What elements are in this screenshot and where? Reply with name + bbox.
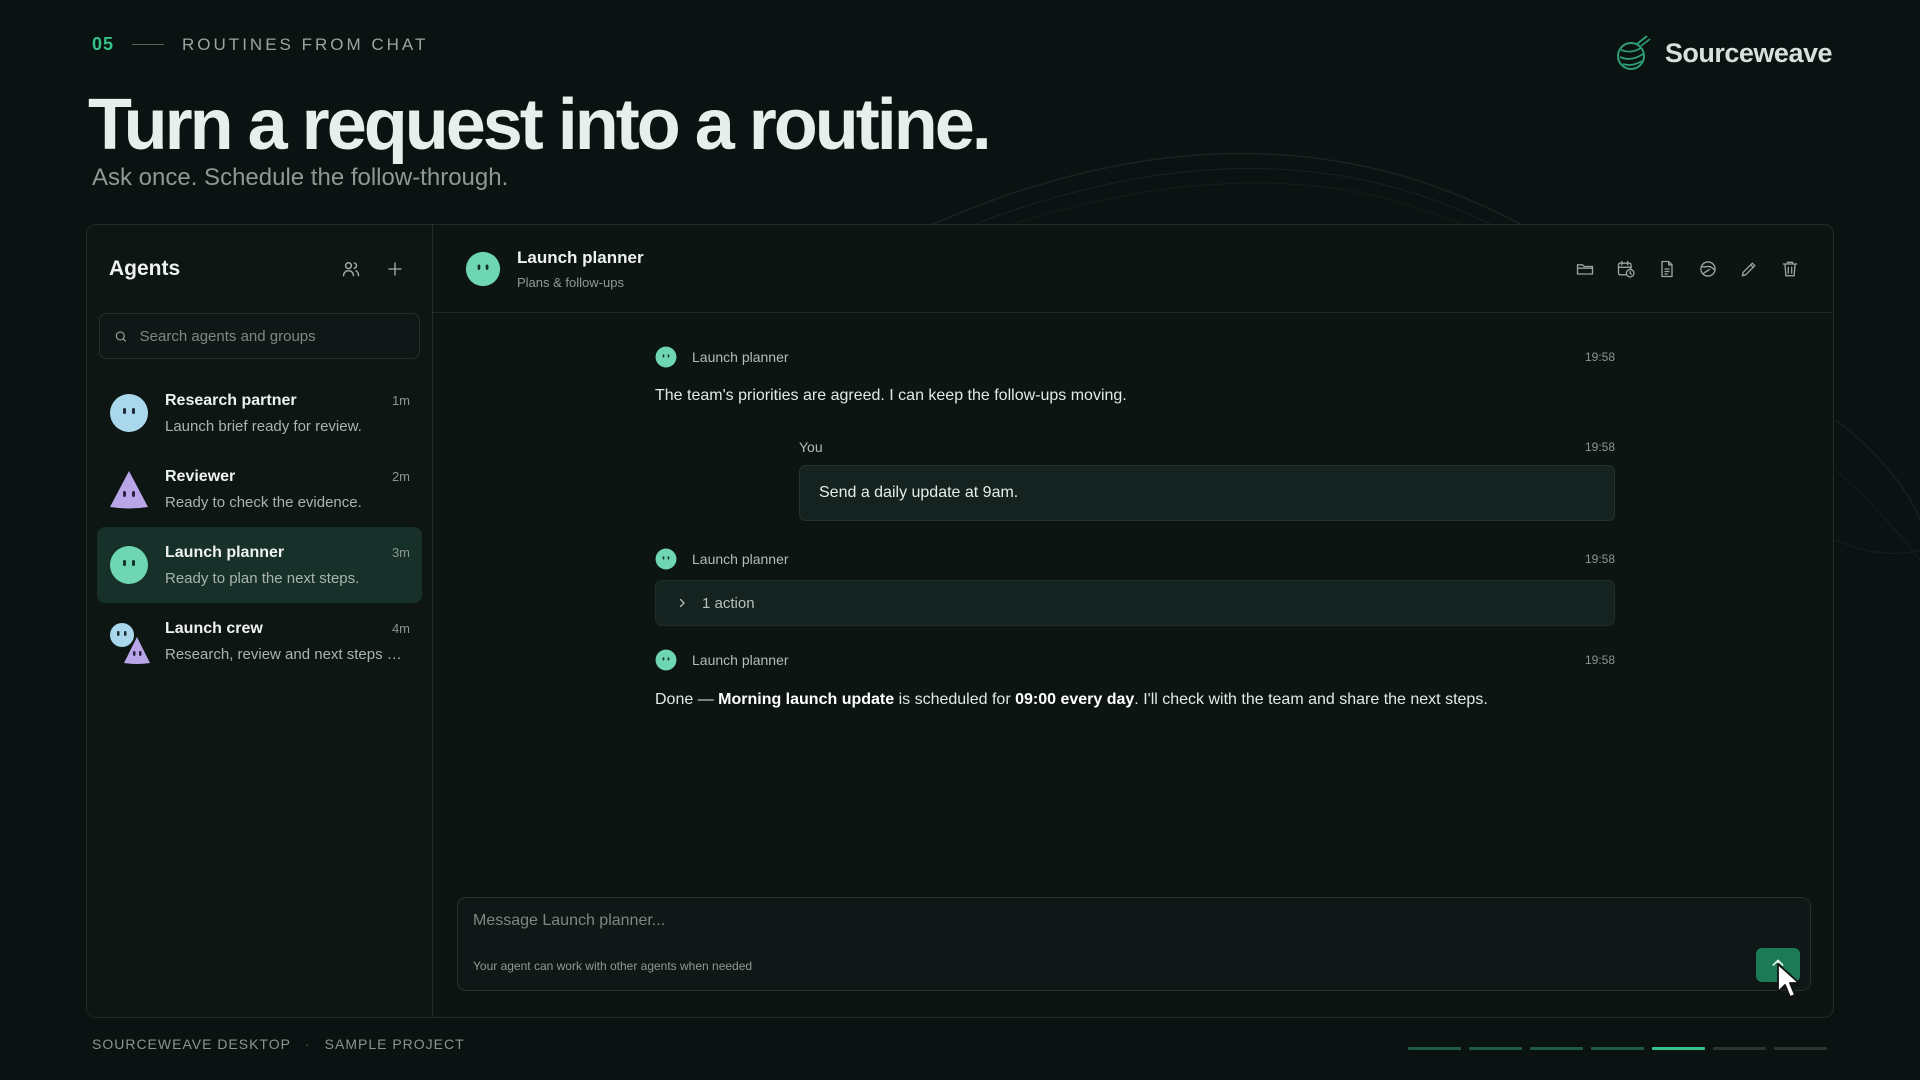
agent-message: Launch planner 19:58 Done — Morning laun…	[655, 648, 1615, 711]
slide-section-header: 05 ROUTINES FROM CHAT	[92, 34, 428, 55]
message-sender: Launch planner	[692, 551, 789, 567]
trash-icon[interactable]	[1779, 258, 1801, 280]
section-title: ROUTINES FROM CHAT	[182, 34, 429, 54]
progress-segment	[1530, 1047, 1583, 1050]
agent-preview: Ready to check the evidence.	[165, 493, 362, 511]
agent-preview: Ready to plan the next steps.	[165, 569, 360, 587]
triangle-face-icon	[110, 471, 148, 509]
avatar	[109, 393, 149, 433]
message-bubble: Send a daily update at 9am.	[799, 465, 1615, 521]
agents-sidebar: Agents Search agents and groups Research…	[87, 225, 433, 1017]
avatar	[655, 649, 677, 671]
message-text: Done — Morning launch update is schedule…	[655, 689, 1615, 711]
message-text-middle: is scheduled for	[894, 691, 1016, 708]
message-text: The team's priorities are agreed. I can …	[655, 387, 1127, 404]
chat-title: Launch planner	[517, 247, 644, 267]
agent-list: Research partner 1m Launch brief ready f…	[87, 375, 432, 679]
action-count: 1 action	[702, 594, 755, 612]
round-face-icon	[110, 394, 148, 432]
globe-icon[interactable]	[1697, 258, 1719, 280]
plus-icon[interactable]	[380, 254, 410, 284]
progress-segment	[1591, 1047, 1644, 1050]
progress-segment	[1469, 1047, 1522, 1050]
agent-time: 3m	[391, 544, 410, 560]
routine-schedule: 09:00 every day	[1015, 691, 1135, 708]
message-sender: Launch planner	[692, 652, 789, 668]
agent-preview: Launch brief ready for review.	[165, 417, 362, 435]
message-text-prefix: Done —	[655, 691, 719, 708]
mouse-cursor-icon	[1777, 963, 1800, 998]
folder-icon[interactable]	[1574, 258, 1596, 280]
sidebar-header: Agents	[87, 225, 432, 313]
avatar	[465, 251, 501, 286]
group-avatar-icon	[110, 623, 150, 664]
pencil-icon[interactable]	[1738, 258, 1760, 280]
user-message: You 19:58 Send a daily update at 9am.	[799, 435, 1615, 521]
action-expander[interactable]: 1 action	[655, 580, 1615, 626]
brand-logo: Sourceweave	[1615, 34, 1833, 72]
progress-segment	[1774, 1047, 1827, 1050]
message-time: 19:58	[1584, 440, 1615, 454]
footer-product: SOURCEWEAVE DESKTOP	[92, 1036, 291, 1052]
search-input[interactable]	[139, 327, 405, 345]
agent-name: Reviewer	[165, 467, 236, 485]
search-icon	[115, 330, 126, 342]
agent-time: 4m	[391, 620, 410, 636]
chat-header: Launch planner Plans & follow-ups	[433, 225, 1833, 313]
chat-subtitle: Plans & follow-ups	[517, 274, 624, 290]
sidebar-title: Agents	[109, 257, 181, 280]
document-icon[interactable]	[1656, 258, 1678, 280]
message-input[interactable]	[473, 912, 1673, 938]
agent-item-launch-crew[interactable]: Launch crew 4m Research, review and next…	[97, 603, 422, 679]
agent-item-reviewer[interactable]: Reviewer 2m Ready to check the evidence.	[97, 451, 422, 527]
search-box[interactable]	[99, 313, 420, 359]
avatar	[109, 469, 149, 509]
slide-number: 05	[92, 34, 115, 54]
group-icon[interactable]	[336, 254, 366, 284]
message-time: 19:58	[1584, 350, 1615, 364]
progress-segment	[1713, 1047, 1766, 1050]
agent-name: Research partner	[165, 391, 297, 409]
agent-preview: Research, review and next steps — t...	[165, 645, 410, 663]
message-text-suffix: . I'll check with the team and share the…	[1134, 691, 1488, 708]
chevron-right-icon	[679, 598, 685, 608]
slide-progress	[1408, 1047, 1827, 1050]
page-subtitle: Ask once. Schedule the follow-through.	[92, 164, 509, 191]
message-time: 19:58	[1584, 552, 1615, 566]
agent-message: Launch planner 19:58 The team's prioriti…	[655, 345, 1615, 407]
footer-project: SAMPLE PROJECT	[324, 1036, 465, 1052]
agent-message: Launch planner 19:58 1 action	[655, 547, 1615, 626]
footer-separator: ·	[304, 1036, 311, 1052]
round-face-icon	[110, 546, 148, 584]
message-sender: Launch planner	[692, 349, 789, 365]
section-divider	[132, 44, 165, 45]
message-composer: Your agent can work with other agents wh…	[457, 897, 1811, 991]
yarn-ball-icon	[1616, 35, 1651, 70]
message-time: 19:58	[1584, 653, 1615, 667]
message-list: Launch planner 19:58 The team's prioriti…	[655, 345, 1615, 711]
brand-name: Sourceweave	[1664, 37, 1833, 68]
progress-segment	[1408, 1047, 1461, 1050]
app-window: Agents Search agents and groups Research…	[86, 224, 1834, 1018]
composer-hint: Your agent can work with other agents wh…	[473, 959, 753, 973]
chat-toolbar	[1574, 258, 1801, 280]
avatar	[109, 621, 150, 664]
avatar	[109, 545, 149, 585]
avatar	[655, 548, 677, 570]
agent-name: Launch planner	[165, 543, 285, 561]
avatar	[655, 346, 677, 368]
agent-name: Launch crew	[165, 619, 263, 637]
calendar-clock-icon[interactable]	[1615, 258, 1637, 280]
message-sender: You	[799, 439, 823, 455]
progress-segment	[1652, 1047, 1705, 1050]
chat-panel: Launch planner Plans & follow-ups Launch…	[433, 225, 1833, 1017]
routine-name: Morning launch update	[718, 691, 895, 708]
slide-footer: SOURCEWEAVE DESKTOP · SAMPLE PROJECT	[92, 1036, 465, 1052]
agent-item-research-partner[interactable]: Research partner 1m Launch brief ready f…	[97, 375, 422, 451]
agent-time: 1m	[391, 392, 410, 408]
page-title: Turn a request into a routine.	[88, 85, 992, 165]
agent-item-launch-planner[interactable]: Launch planner 3m Ready to plan the next…	[97, 527, 422, 603]
agent-time: 2m	[391, 468, 410, 484]
